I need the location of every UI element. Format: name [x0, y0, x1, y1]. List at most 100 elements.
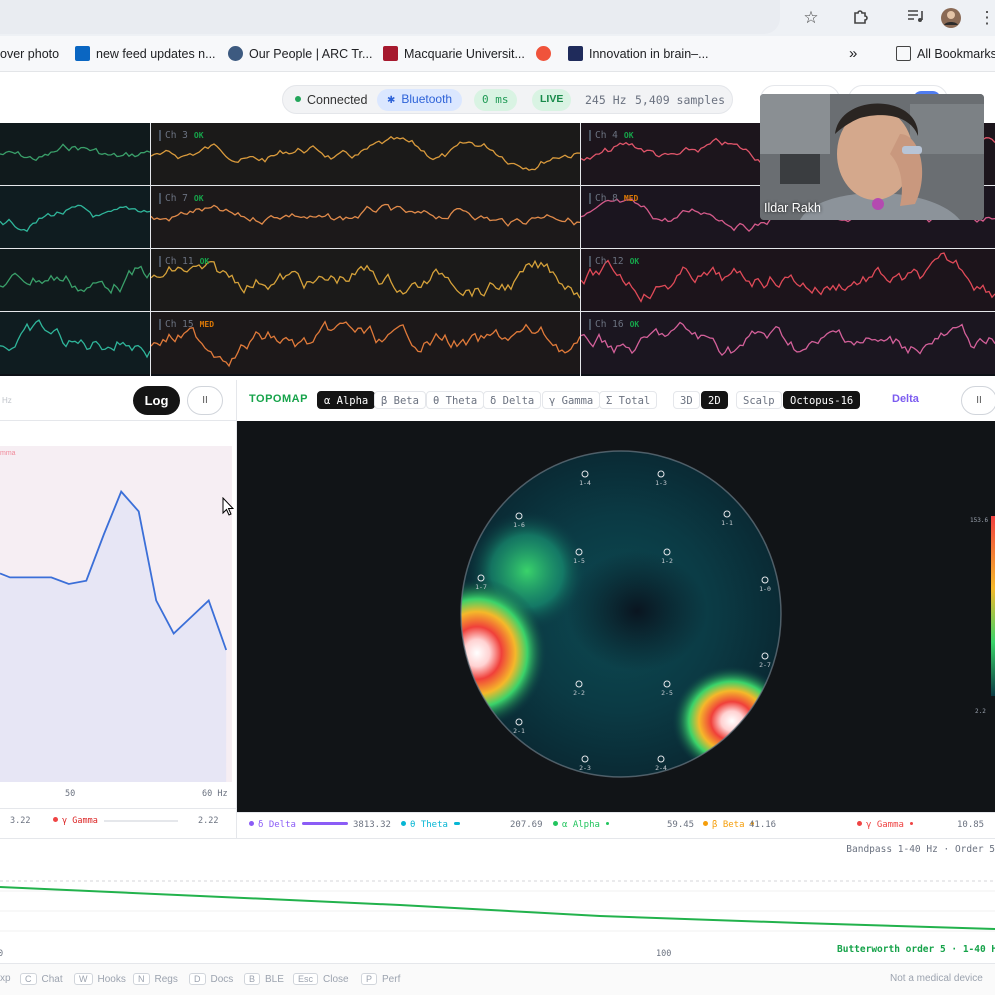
eeg-trace	[151, 312, 580, 374]
filter-response-chart	[0, 880, 995, 932]
shortcut-export[interactable]: xp	[0, 973, 11, 984]
eeg-trace	[581, 249, 995, 311]
channel-status: OK	[193, 194, 204, 203]
electrode-label: 1-1	[721, 519, 733, 527]
electrode-label: 2-2	[573, 689, 585, 697]
view-3d-button[interactable]: 3D	[673, 391, 700, 409]
band-power-row: δ Delta 3813.32 θ Theta 207.69 α Alpha 59.45 β…	[237, 812, 995, 838]
layout-octopus-button[interactable]: Octopus-16	[783, 391, 861, 409]
live-badge: LIVE	[532, 89, 572, 111]
band-value-right: 2.22	[198, 816, 219, 826]
electrode-label: 1-4	[579, 479, 591, 487]
transport-badge: ✱ Bluetooth	[377, 89, 463, 111]
electrode-label: 1-6	[513, 521, 525, 529]
channel-name: Ch 15	[165, 319, 194, 330]
eeg-trace	[151, 123, 580, 185]
bookmark-item[interactable]: new feed updates n...	[75, 45, 216, 63]
eeg-trace	[0, 249, 150, 311]
channel-name: Ch 3	[165, 130, 188, 141]
shortcut-bar: xp C Chat W Hooks N Regs D Docs B BLE Esc Clos…	[0, 963, 995, 995]
band-name: γ Gamma	[866, 820, 904, 830]
grid-divider	[150, 123, 151, 376]
eeg-channel-cell: Ch 16 OK	[581, 312, 995, 374]
electrode-label: 1-0	[759, 585, 771, 593]
eeg-channel-cell	[0, 312, 150, 374]
channel-status: OK	[623, 131, 634, 140]
eeg-channel-cell: Ch 15 MED	[151, 312, 580, 374]
topomap-pause-button[interactable]: II	[961, 386, 995, 415]
band-color-dot	[553, 821, 558, 826]
address-bar[interactable]	[0, 0, 780, 34]
yandex-icon	[536, 46, 551, 61]
bookmark-item[interactable]: Macquarie Universit...	[383, 45, 525, 63]
shortcut-regs[interactable]: N Regs	[133, 973, 178, 985]
channel-label: Ch 8 MED	[589, 193, 638, 204]
medical-disclaimer: Not a medical device	[890, 973, 983, 984]
band-gamma-button[interactable]: γ Gamma	[542, 391, 601, 409]
star-icon[interactable]: ☆	[800, 7, 822, 29]
spectrum-pause-button[interactable]: II	[187, 386, 223, 415]
shortcut-docs[interactable]: D Docs	[189, 973, 233, 985]
band-delta-button[interactable]: δ Delta	[483, 391, 542, 409]
eeg-channel-cell	[0, 123, 150, 185]
band-power-bar	[605, 822, 609, 825]
bookmark-item[interactable]: Our People | ARC Tr...	[228, 45, 372, 63]
log-scale-button[interactable]: Log	[133, 386, 180, 415]
eeg-channel-cell	[0, 249, 150, 311]
bookmark-item[interactable]: Innovation in brain–...	[568, 45, 709, 63]
filter-panel: Bandpass 1-40 Hz · Order 5 0 100 Butterw…	[0, 838, 995, 963]
sample-count: 5,409 samples	[635, 93, 726, 107]
profile-avatar[interactable]	[940, 7, 962, 29]
band-beta-button[interactable]: β Beta	[374, 391, 426, 409]
shortcut-close[interactable]: Esc Close	[293, 973, 349, 985]
gamma-band-label: γ Gamma	[53, 816, 98, 826]
bookmark-item[interactable]: over photo	[0, 45, 59, 63]
eeg-trace	[151, 249, 580, 311]
channel-name: Ch 4	[595, 130, 618, 141]
browser-toolbar: ☆ ⋮	[0, 0, 995, 36]
band-power-bar	[453, 822, 460, 825]
all-bookmarks[interactable]: All Bookmarks	[896, 45, 995, 63]
channel-label: Ch 4 OK	[589, 130, 634, 141]
gamma-power-bar	[104, 820, 178, 822]
media-control-icon[interactable]	[904, 7, 926, 29]
band-power-label: θ Theta	[401, 820, 460, 830]
shortcut-ble[interactable]: B BLE	[244, 973, 284, 985]
macquarie-logo-icon	[383, 46, 398, 61]
topomap-title: TOPOMAP	[249, 393, 308, 405]
connected-indicator: Connected	[295, 92, 367, 108]
shortcut-perf[interactable]: P Perf	[361, 973, 400, 985]
band-alpha-button[interactable]: α Alpha	[317, 391, 376, 409]
extensions-icon[interactable]	[850, 7, 872, 29]
grid-divider	[0, 311, 995, 312]
video-call-tile[interactable]: Ildar Rakh	[760, 94, 984, 220]
eeg-trace	[0, 123, 150, 185]
eeg-channel-cell	[0, 186, 150, 248]
shortcut-hooks[interactable]: W Hooks	[74, 973, 126, 985]
arc-logo-icon	[228, 46, 243, 61]
view-2d-button[interactable]: 2D	[701, 391, 728, 409]
shortcut-chat[interactable]: C Chat	[20, 973, 63, 985]
bluetooth-icon: ✱	[387, 95, 396, 106]
band-power-label: β Beta	[703, 820, 754, 830]
menu-icon[interactable]: ⋮	[976, 7, 995, 29]
bookmark-item[interactable]	[536, 45, 557, 63]
spectrum-legend: mma	[0, 450, 16, 457]
grid-divider	[580, 123, 581, 376]
eeg-trace	[0, 186, 150, 248]
band-total-button[interactable]: Σ Total	[599, 391, 658, 409]
band-name: β Beta	[712, 820, 745, 830]
channel-name: Ch 7	[165, 193, 188, 204]
journal-icon	[568, 46, 583, 61]
eeg-channel-cell: Ch 7 OK	[151, 186, 580, 248]
layout-scalp-button[interactable]: Scalp	[736, 391, 782, 409]
bookmarks-overflow[interactable]: »	[849, 45, 857, 63]
band-theta-button[interactable]: θ Theta	[426, 391, 485, 409]
spectrum-panel: Hz Log II mma 50 60 Hz 3.22 γ Gamma 2.22	[0, 380, 237, 838]
channel-status: OK	[629, 320, 640, 329]
band-power-value: 207.69	[510, 820, 543, 830]
channel-name: Ch 12	[595, 256, 624, 267]
channel-status: MED	[623, 194, 639, 203]
spectrum-unit: Hz	[2, 396, 12, 405]
band-value-left: 3.22	[10, 816, 31, 826]
